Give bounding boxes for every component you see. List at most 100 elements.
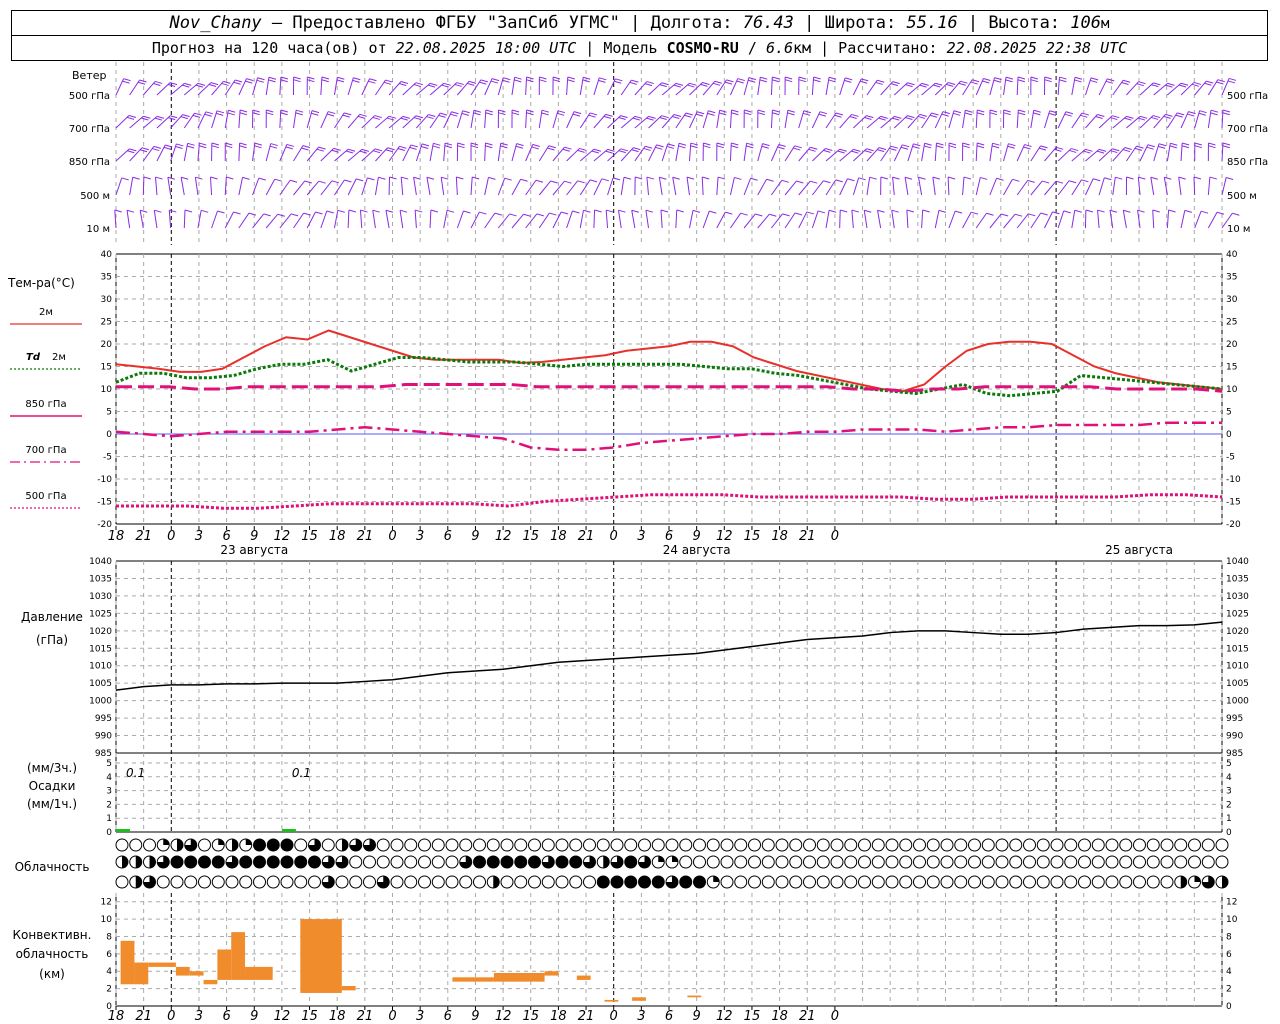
convective-bar <box>341 986 356 991</box>
wind-barb-flag <box>454 83 462 87</box>
wind-barb <box>892 177 895 196</box>
hour-tick-label-bottom: 12 <box>495 1009 512 1024</box>
cloud-symbol <box>184 855 198 869</box>
wind-barb-flag <box>673 113 682 117</box>
wind-barb-flag <box>837 150 845 154</box>
hour-tick-label-bottom: 6 <box>665 1009 673 1024</box>
cloud-symbol <box>651 838 665 852</box>
conv-tick-label-right: 2 <box>1226 985 1232 995</box>
cloud-symbol <box>1078 875 1091 889</box>
wind-barb <box>906 210 909 229</box>
wind-barb-flag <box>1193 176 1202 180</box>
conv-tick-label: 2 <box>106 985 112 995</box>
wind-barb-flag <box>141 117 149 121</box>
hour-tick-label-bottom: 9 <box>693 1009 701 1024</box>
wind-barb-flag <box>211 142 219 146</box>
wind-barb-flag <box>567 76 575 80</box>
wind-barb-flag <box>211 145 219 149</box>
wind-barb-flag <box>1126 176 1134 180</box>
wind-barb-flag <box>285 146 293 150</box>
wind-barb-flag <box>936 145 944 149</box>
cloud-symbol-fill <box>218 839 225 845</box>
wind-barb-flag <box>154 209 162 213</box>
wind-barb-flag <box>620 148 628 152</box>
cloud-symbol <box>638 875 651 889</box>
wind-barb <box>866 177 871 196</box>
wind-barb-flag <box>153 82 161 86</box>
wind-barb-flag <box>707 112 715 116</box>
wind-barb-flag <box>490 80 499 84</box>
wind-barb-flag <box>655 146 663 150</box>
wind-barb <box>975 142 978 162</box>
precip-tick-label: 2 <box>106 800 112 810</box>
wind-barb <box>1030 110 1035 129</box>
hour-tick-label: 21 <box>135 529 152 544</box>
cloud-symbol <box>115 875 129 889</box>
wind-barb-flag <box>1175 114 1183 118</box>
wind-barb-flag <box>1063 210 1071 214</box>
pressure-tick-label-right: 1005 <box>1226 679 1249 689</box>
wind-barb-flag <box>851 150 859 154</box>
cloud-symbol <box>1078 855 1091 869</box>
wind-barb <box>497 213 510 229</box>
wind-barb-flag <box>227 112 235 116</box>
hour-tick-label-bottom: 3 <box>637 1009 645 1024</box>
cloud-symbol <box>170 855 184 869</box>
wind-barb-flag <box>473 112 481 116</box>
wind-barb-flag <box>1028 213 1036 217</box>
wind-barb-flag <box>761 145 769 149</box>
wind-barb-flag <box>293 79 301 83</box>
wind-barb-flag <box>676 209 684 213</box>
wind-barb <box>770 180 783 196</box>
hour-tick-label-bottom: 12 <box>274 1009 291 1024</box>
cloud-symbol <box>445 838 459 852</box>
wind-barb <box>989 178 997 196</box>
wind-barb-flag <box>1044 79 1052 83</box>
wind-barb-flag <box>1007 145 1015 149</box>
hour-tick-label: 18 <box>329 529 346 544</box>
wind-barb-flag <box>441 176 449 180</box>
wind-barb <box>156 82 171 96</box>
wind-barb-flag <box>977 142 985 146</box>
cloud-symbol <box>1160 838 1174 852</box>
wind-barb <box>511 178 522 196</box>
wind-barb-flag <box>687 84 695 88</box>
wind-barb-flag <box>1147 144 1155 148</box>
wind-barb-flag <box>531 146 539 150</box>
wind-barb-flag <box>342 114 350 118</box>
wind-barb-flag <box>141 147 150 151</box>
wind-barb-flag <box>835 112 844 116</box>
cloud-symbol <box>170 875 184 889</box>
temp-tick-label: 10 <box>101 385 113 395</box>
wind-barb-flag <box>599 77 607 81</box>
wind-barb <box>675 143 680 162</box>
wind-barb-flag <box>772 79 780 83</box>
wind-barb-flag <box>983 78 991 81</box>
wind-barb-flag <box>541 109 550 113</box>
wind-barb-flag <box>740 212 748 216</box>
convective-bar <box>544 971 559 976</box>
wind-barb <box>1057 77 1060 96</box>
wind-barb-flag <box>787 112 795 116</box>
wind-barb-flag <box>703 145 711 149</box>
wind-barb-flag <box>736 80 744 84</box>
wind-barb-flag <box>844 77 853 81</box>
cloud-symbol <box>651 875 665 889</box>
wind-barb-flag <box>1124 147 1132 151</box>
wind-barb-flag <box>526 112 534 116</box>
wind-barb-flag <box>270 143 278 147</box>
wind-barb-flag <box>289 179 298 183</box>
wind-barb <box>618 210 622 229</box>
wind-barb <box>989 213 1002 229</box>
wind-barb-flag <box>1228 77 1237 81</box>
cloud-symbol <box>940 855 954 869</box>
wind-barb-flag <box>353 77 361 81</box>
convective-bar <box>493 972 545 982</box>
wind-barb-flag <box>702 82 710 86</box>
wind-barb-flag <box>719 109 727 113</box>
wind-barb-flag <box>266 112 274 116</box>
wind-barb-flag <box>731 142 739 146</box>
hour-tick-label: 12 <box>716 529 733 544</box>
wind-barb-flag <box>992 142 1000 146</box>
pressure-tick-label: 1010 <box>89 662 112 672</box>
